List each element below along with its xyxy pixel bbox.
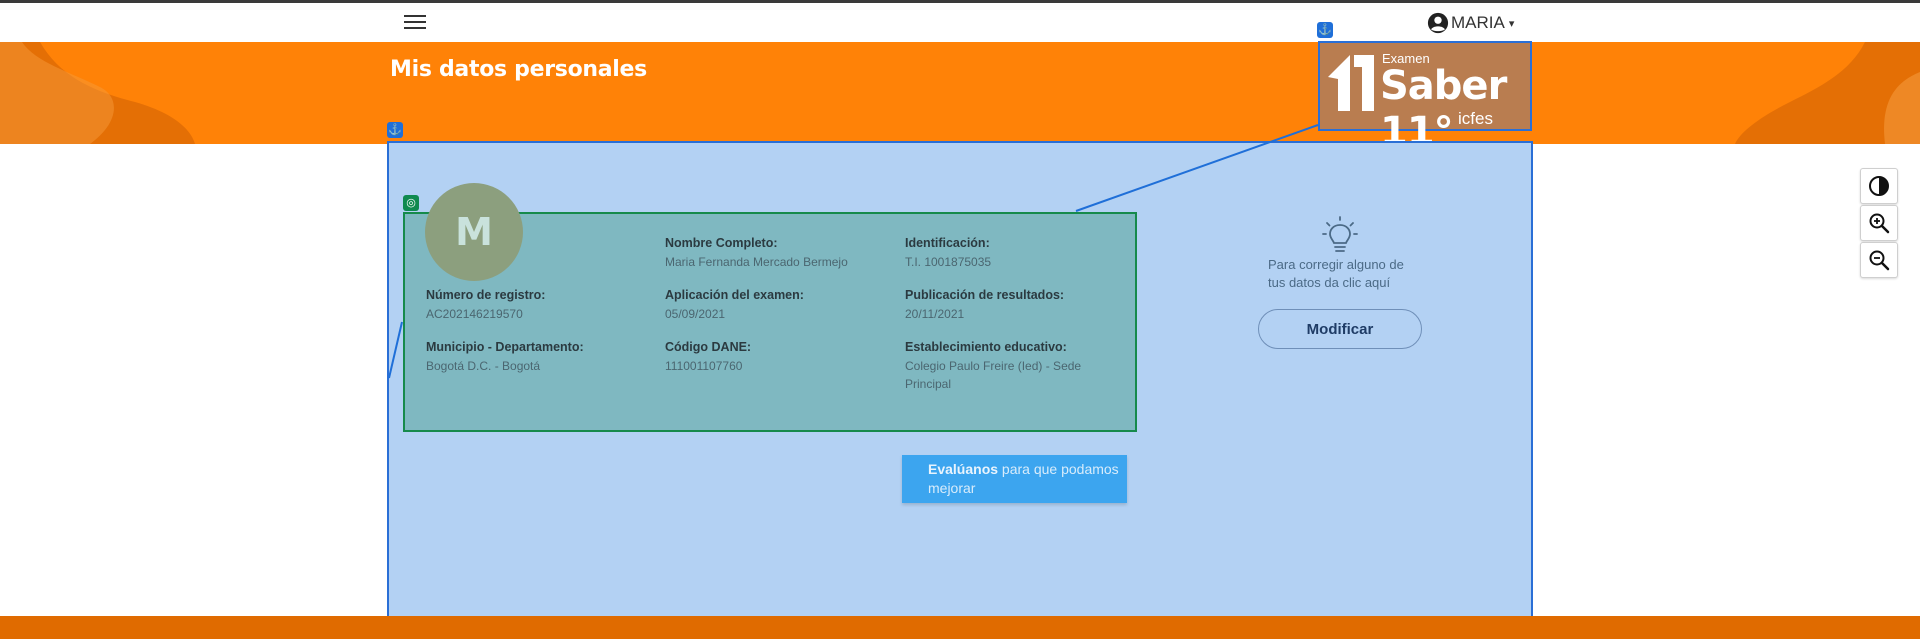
field-label: Nombre Completo:: [665, 236, 778, 250]
field-label: Publicación de resultados:: [905, 288, 1065, 302]
zoom-in-icon: [1869, 213, 1890, 234]
field-full-name: Nombre Completo: Maria Fernanda Mercado …: [665, 236, 895, 271]
field-dane-code: Código DANE: 111001107760: [665, 340, 895, 375]
field-label: Establecimiento educativo:: [905, 340, 1067, 354]
field-label: Número de registro:: [426, 288, 546, 302]
field-results-date: Publicación de resultados: 20/11/2021: [905, 288, 1135, 323]
evaluate-us-bold: Evalúanos: [928, 461, 999, 477]
field-label: Identificación:: [905, 236, 990, 250]
field-value: 05/09/2021: [665, 307, 726, 321]
field-municipality: Municipio - Departamento: Bogotá D.C. - …: [426, 340, 656, 375]
field-value: 111001107760: [665, 359, 743, 373]
field-label: Aplicación del examen:: [665, 288, 804, 302]
modify-button[interactable]: Modificar: [1258, 309, 1422, 349]
contrast-button[interactable]: [1860, 168, 1898, 204]
field-value: T.I. 1001875035: [905, 255, 992, 269]
target-tag-card: ◎: [403, 195, 419, 211]
field-label: Municipio - Departamento:: [426, 340, 584, 354]
field-label: Código DANE:: [665, 340, 752, 354]
zoom-out-button[interactable]: [1860, 242, 1898, 278]
field-value: Maria Fernanda Mercado Bermejo: [665, 255, 848, 269]
field-exam-date: Aplicación del examen: 05/09/2021: [665, 288, 895, 323]
field-identification: Identificación: T.I. 1001875035: [905, 236, 1135, 271]
anchor-tag-section: ⚓: [387, 122, 403, 138]
field-value: AC202146219570: [426, 307, 523, 321]
field-value: Colegio Paulo Freire (Ied) - Sede Princi…: [905, 359, 1082, 391]
contrast-icon: [1869, 176, 1889, 196]
field-value: Bogotá D.C. - Bogotá: [426, 359, 541, 373]
footer-bar: [0, 616, 1920, 639]
anchor-tag-logo: ⚓: [1317, 22, 1333, 38]
lightbulb-icon: [1322, 216, 1358, 252]
evaluate-us-button[interactable]: Evalúanos para que podamos mejorar: [902, 455, 1127, 503]
field-school: Establecimiento educativo: Colegio Paulo…: [905, 340, 1125, 393]
field-value: 20/11/2021: [905, 307, 965, 321]
avatar: M: [425, 183, 523, 281]
zoom-out-icon: [1869, 250, 1890, 271]
field-registration-number: Número de registro: AC202146219570: [426, 288, 656, 323]
zoom-in-button[interactable]: [1860, 205, 1898, 241]
correction-hint: Para corregir alguno de tus datos da cli…: [1268, 257, 1404, 290]
